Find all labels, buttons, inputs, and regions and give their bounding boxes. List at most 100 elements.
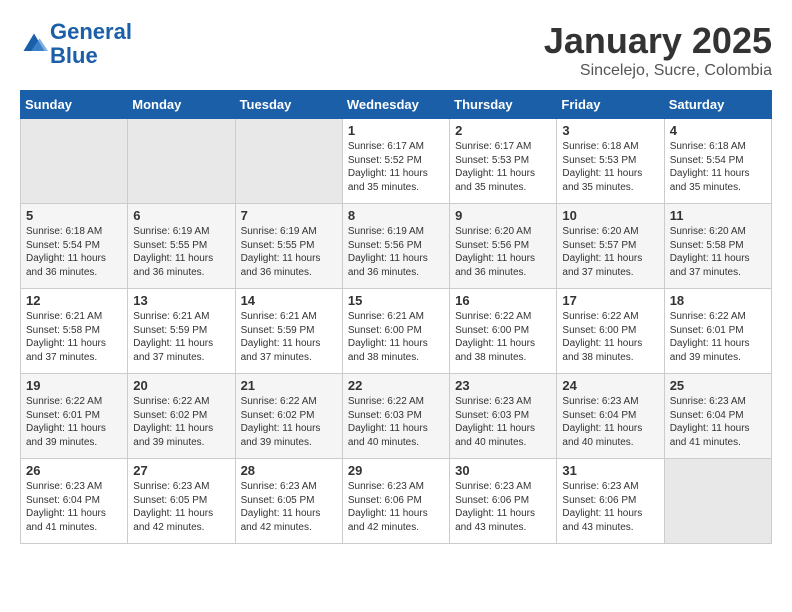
calendar-cell: 5 Sunrise: 6:18 AM Sunset: 5:54 PM Daylig… bbox=[21, 204, 128, 289]
day-number: 5 bbox=[26, 208, 122, 223]
day-number: 1 bbox=[348, 123, 444, 138]
day-info: Sunrise: 6:17 AM Sunset: 5:53 PM Dayligh… bbox=[455, 140, 551, 194]
day-number: 17 bbox=[562, 293, 658, 308]
calendar-cell: 31 Sunrise: 6:23 AM Sunset: 6:06 PM Dayli… bbox=[557, 459, 664, 544]
day-info: Sunrise: 6:20 AM Sunset: 5:58 PM Dayligh… bbox=[670, 225, 766, 279]
calendar-cell: 2 Sunrise: 6:17 AM Sunset: 5:53 PM Daylig… bbox=[450, 119, 557, 204]
day-info: Sunrise: 6:17 AM Sunset: 5:52 PM Dayligh… bbox=[348, 140, 444, 194]
day-number: 30 bbox=[455, 463, 551, 478]
day-number: 22 bbox=[348, 378, 444, 393]
calendar-cell: 30 Sunrise: 6:23 AM Sunset: 6:06 PM Dayli… bbox=[450, 459, 557, 544]
day-number: 6 bbox=[133, 208, 229, 223]
calendar-table: SundayMondayTuesdayWednesdayThursdayFrid… bbox=[20, 90, 772, 544]
day-info: Sunrise: 6:22 AM Sunset: 6:00 PM Dayligh… bbox=[455, 310, 551, 364]
day-number: 29 bbox=[348, 463, 444, 478]
day-number: 28 bbox=[241, 463, 337, 478]
day-info: Sunrise: 6:21 AM Sunset: 5:59 PM Dayligh… bbox=[241, 310, 337, 364]
day-number: 11 bbox=[670, 208, 766, 223]
day-info: Sunrise: 6:22 AM Sunset: 6:02 PM Dayligh… bbox=[133, 395, 229, 449]
day-info: Sunrise: 6:20 AM Sunset: 5:56 PM Dayligh… bbox=[455, 225, 551, 279]
day-number: 24 bbox=[562, 378, 658, 393]
calendar-week-row: 5 Sunrise: 6:18 AM Sunset: 5:54 PM Daylig… bbox=[21, 204, 772, 289]
day-info: Sunrise: 6:23 AM Sunset: 6:05 PM Dayligh… bbox=[241, 480, 337, 534]
calendar-cell: 1 Sunrise: 6:17 AM Sunset: 5:52 PM Daylig… bbox=[342, 119, 449, 204]
weekday-header-row: SundayMondayTuesdayWednesdayThursdayFrid… bbox=[21, 91, 772, 119]
logo-blue: Blue bbox=[50, 43, 98, 68]
logo-icon bbox=[20, 30, 48, 58]
calendar-cell: 6Sunrise: 6:19 AM Sunset: 5:55 PM Daylig… bbox=[128, 204, 235, 289]
day-info: Sunrise: 6:22 AM Sunset: 6:02 PM Dayligh… bbox=[241, 395, 337, 449]
day-number: 14 bbox=[241, 293, 337, 308]
day-number: 13 bbox=[133, 293, 229, 308]
day-info: Sunrise: 6:23 AM Sunset: 6:04 PM Dayligh… bbox=[26, 480, 122, 534]
weekday-header: Thursday bbox=[450, 91, 557, 119]
calendar-cell: 23 Sunrise: 6:23 AM Sunset: 6:03 PM Dayli… bbox=[450, 374, 557, 459]
day-number: 19 bbox=[26, 378, 122, 393]
day-number: 27 bbox=[133, 463, 229, 478]
calendar-cell bbox=[664, 459, 771, 544]
calendar-cell bbox=[128, 119, 235, 204]
day-number: 23 bbox=[455, 378, 551, 393]
day-info: Sunrise: 6:23 AM Sunset: 6:04 PM Dayligh… bbox=[670, 395, 766, 449]
logo-general: General bbox=[50, 19, 132, 44]
day-info: Sunrise: 6:21 AM Sunset: 6:00 PM Dayligh… bbox=[348, 310, 444, 364]
calendar-week-row: 19 Sunrise: 6:22 AM Sunset: 6:01 PM Dayli… bbox=[21, 374, 772, 459]
calendar-cell: 4Sunrise: 6:18 AM Sunset: 5:54 PM Daylig… bbox=[664, 119, 771, 204]
day-number: 31 bbox=[562, 463, 658, 478]
day-info: Sunrise: 6:23 AM Sunset: 6:03 PM Dayligh… bbox=[455, 395, 551, 449]
weekday-header: Tuesday bbox=[235, 91, 342, 119]
day-info: Sunrise: 6:19 AM Sunset: 5:56 PM Dayligh… bbox=[348, 225, 444, 279]
calendar-cell: 18 Sunrise: 6:22 AM Sunset: 6:01 PM Dayli… bbox=[664, 289, 771, 374]
day-number: 21 bbox=[241, 378, 337, 393]
day-info: Sunrise: 6:19 AM Sunset: 5:55 PM Dayligh… bbox=[241, 225, 337, 279]
calendar-cell: 17 Sunrise: 6:22 AM Sunset: 6:00 PM Dayli… bbox=[557, 289, 664, 374]
calendar-cell: 27 Sunrise: 6:23 AM Sunset: 6:05 PM Dayli… bbox=[128, 459, 235, 544]
day-number: 7 bbox=[241, 208, 337, 223]
calendar-cell: 13 Sunrise: 6:21 AM Sunset: 5:59 PM Dayli… bbox=[128, 289, 235, 374]
calendar-cell: 20Sunrise: 6:22 AM Sunset: 6:02 PM Dayli… bbox=[128, 374, 235, 459]
calendar-cell: 29 Sunrise: 6:23 AM Sunset: 6:06 PM Dayli… bbox=[342, 459, 449, 544]
title-block: January 2025 Sincelejo, Sucre, Colombia bbox=[544, 20, 772, 80]
calendar-week-row: 1 Sunrise: 6:17 AM Sunset: 5:52 PM Daylig… bbox=[21, 119, 772, 204]
day-number: 12 bbox=[26, 293, 122, 308]
day-number: 4 bbox=[670, 123, 766, 138]
day-info: Sunrise: 6:23 AM Sunset: 6:04 PM Dayligh… bbox=[562, 395, 658, 449]
location: Sincelejo, Sucre, Colombia bbox=[544, 62, 772, 80]
day-info: Sunrise: 6:23 AM Sunset: 6:06 PM Dayligh… bbox=[562, 480, 658, 534]
calendar-cell: 22 Sunrise: 6:22 AM Sunset: 6:03 PM Dayli… bbox=[342, 374, 449, 459]
day-info: Sunrise: 6:20 AM Sunset: 5:57 PM Dayligh… bbox=[562, 225, 658, 279]
calendar-week-row: 26Sunrise: 6:23 AM Sunset: 6:04 PM Dayli… bbox=[21, 459, 772, 544]
day-info: Sunrise: 6:22 AM Sunset: 6:01 PM Dayligh… bbox=[670, 310, 766, 364]
calendar-cell bbox=[235, 119, 342, 204]
weekday-header: Saturday bbox=[664, 91, 771, 119]
day-info: Sunrise: 6:18 AM Sunset: 5:53 PM Dayligh… bbox=[562, 140, 658, 194]
day-info: Sunrise: 6:23 AM Sunset: 6:06 PM Dayligh… bbox=[348, 480, 444, 534]
calendar-cell: 3 Sunrise: 6:18 AM Sunset: 5:53 PM Daylig… bbox=[557, 119, 664, 204]
calendar-cell: 12 Sunrise: 6:21 AM Sunset: 5:58 PM Dayli… bbox=[21, 289, 128, 374]
calendar-cell bbox=[21, 119, 128, 204]
day-info: Sunrise: 6:23 AM Sunset: 6:06 PM Dayligh… bbox=[455, 480, 551, 534]
calendar-cell: 24 Sunrise: 6:23 AM Sunset: 6:04 PM Dayli… bbox=[557, 374, 664, 459]
day-number: 3 bbox=[562, 123, 658, 138]
month-title: January 2025 bbox=[544, 20, 772, 62]
day-info: Sunrise: 6:23 AM Sunset: 6:05 PM Dayligh… bbox=[133, 480, 229, 534]
day-info: Sunrise: 6:22 AM Sunset: 6:03 PM Dayligh… bbox=[348, 395, 444, 449]
day-number: 16 bbox=[455, 293, 551, 308]
day-info: Sunrise: 6:21 AM Sunset: 5:59 PM Dayligh… bbox=[133, 310, 229, 364]
calendar-cell: 25Sunrise: 6:23 AM Sunset: 6:04 PM Dayli… bbox=[664, 374, 771, 459]
day-number: 2 bbox=[455, 123, 551, 138]
calendar-cell: 14 Sunrise: 6:21 AM Sunset: 5:59 PM Dayli… bbox=[235, 289, 342, 374]
calendar-cell: 16 Sunrise: 6:22 AM Sunset: 6:00 PM Dayli… bbox=[450, 289, 557, 374]
day-info: Sunrise: 6:18 AM Sunset: 5:54 PM Dayligh… bbox=[26, 225, 122, 279]
logo: General Blue bbox=[20, 20, 132, 68]
day-info: Sunrise: 6:22 AM Sunset: 6:01 PM Dayligh… bbox=[26, 395, 122, 449]
weekday-header: Sunday bbox=[21, 91, 128, 119]
calendar-week-row: 12 Sunrise: 6:21 AM Sunset: 5:58 PM Dayli… bbox=[21, 289, 772, 374]
day-info: Sunrise: 6:22 AM Sunset: 6:00 PM Dayligh… bbox=[562, 310, 658, 364]
day-number: 15 bbox=[348, 293, 444, 308]
day-info: Sunrise: 6:21 AM Sunset: 5:58 PM Dayligh… bbox=[26, 310, 122, 364]
calendar-cell: 7 Sunrise: 6:19 AM Sunset: 5:55 PM Daylig… bbox=[235, 204, 342, 289]
day-number: 18 bbox=[670, 293, 766, 308]
calendar-cell: 10 Sunrise: 6:20 AM Sunset: 5:57 PM Dayli… bbox=[557, 204, 664, 289]
day-number: 10 bbox=[562, 208, 658, 223]
